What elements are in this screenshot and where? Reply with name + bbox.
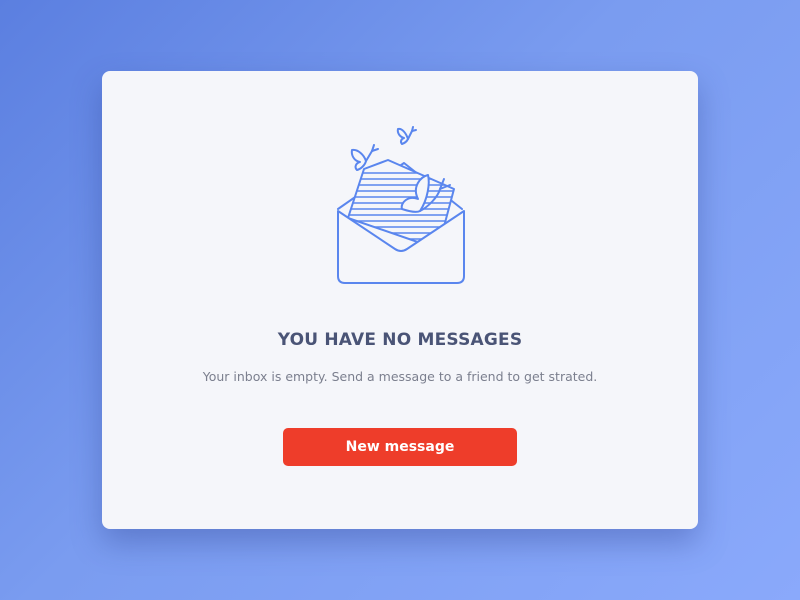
empty-state-subtitle: Your inbox is empty. Send a message to a… [202, 369, 598, 384]
envelope-with-butterflies-icon [337, 126, 465, 284]
new-message-button[interactable]: New message [283, 428, 517, 466]
empty-state-title: YOU HAVE NO MESSAGES [277, 330, 523, 350]
empty-inbox-card: YOU HAVE NO MESSAGES Your inbox is empty… [102, 71, 698, 529]
